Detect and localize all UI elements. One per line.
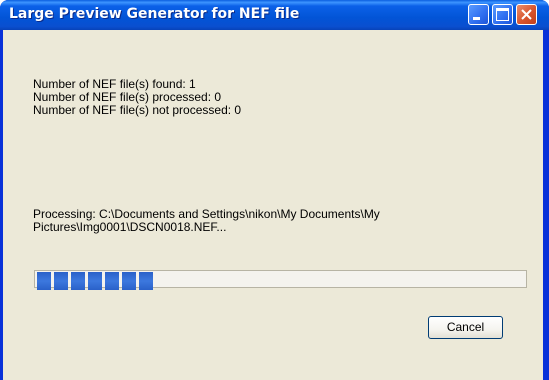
cancel-button[interactable]: Cancel [428, 316, 503, 339]
minimize-icon [473, 17, 480, 20]
progress-block [54, 272, 68, 290]
maximize-icon [496, 8, 509, 21]
files-not-processed-label: Number of NEF file(s) not processed: 0 [33, 103, 242, 117]
progress-bar [34, 270, 527, 290]
processing-path-line2: Pictures\Img0001\DSCN0018.NEF... [33, 220, 227, 234]
progress-block [88, 272, 102, 290]
close-icon [521, 9, 532, 20]
dialog-window: Large Preview Generator for NEF file Num… [0, 0, 549, 380]
progress-block [105, 272, 119, 290]
progress-block [37, 272, 51, 290]
title-bar[interactable]: Large Preview Generator for NEF file [0, 0, 549, 30]
progress-fill [37, 272, 524, 290]
progress-block [122, 272, 136, 290]
close-button[interactable] [516, 4, 537, 25]
window-title: Large Preview Generator for NEF file [9, 6, 300, 22]
progress-block [139, 272, 153, 290]
maximize-button[interactable] [492, 4, 513, 25]
dialog-body: Number of NEF file(s) found: 1 Number of… [3, 30, 543, 380]
minimize-button[interactable] [468, 4, 489, 25]
progress-block [71, 272, 85, 290]
